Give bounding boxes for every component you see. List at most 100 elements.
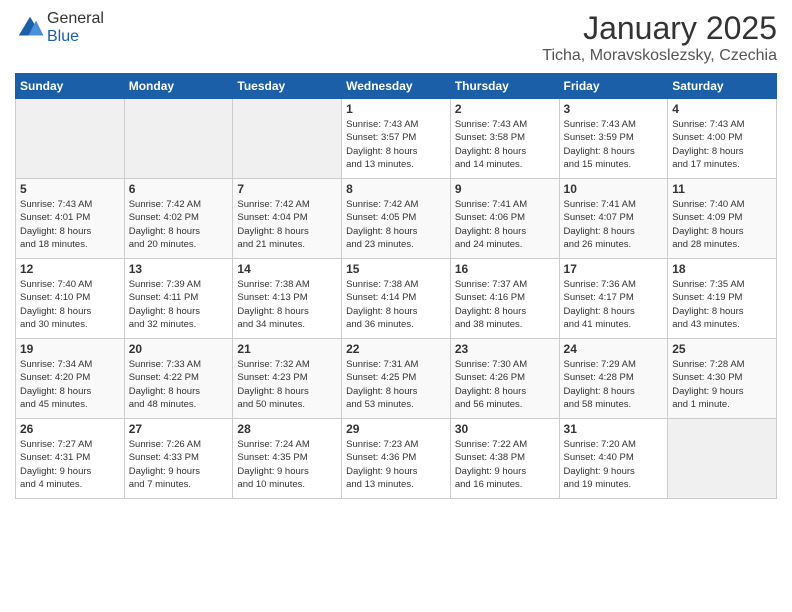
calendar-cell: 7Sunrise: 7:42 AM Sunset: 4:04 PM Daylig… (233, 179, 342, 259)
calendar-cell: 21 Sunrise: 7:32 AM Sunset: 4:23 PM Dayli… (233, 339, 342, 419)
day-number: 10 (564, 182, 664, 196)
day-number: 20 (129, 342, 229, 356)
cell-content: Sunrise: 7:38 AM Sunset: 4:14 PM Dayligh… (346, 278, 446, 331)
day-number: 15 (346, 262, 446, 276)
calendar-cell: 18Sunrise: 7:35 AM Sunset: 4:19 PM Dayli… (668, 259, 777, 339)
calendar-cell (233, 99, 342, 179)
calendar-cell: 27 Sunrise: 7:26 AM Sunset: 4:33 PM Dayli… (124, 419, 233, 499)
cell-content: Sunrise: 7:42 AM Sunset: 4:05 PM Dayligh… (346, 198, 446, 251)
day-number: 25 (672, 342, 772, 356)
cell-content: Sunrise: 7:29 AM Sunset: 4:28 PM Dayligh… (564, 358, 664, 411)
week-row-5: 26 Sunrise: 7:27 AM Sunset: 4:31 PM Dayli… (16, 419, 777, 499)
day-number: 28 (237, 422, 337, 436)
cell-content: Sunrise: 7:42 AM Sunset: 4:04 PM Dayligh… (237, 198, 337, 251)
cell-content: Sunrise: 7:43 AM Sunset: 3:59 PM Dayligh… (564, 118, 664, 171)
day-number: 8 (346, 182, 446, 196)
calendar-cell (668, 419, 777, 499)
calendar-cell: 17Sunrise: 7:36 AM Sunset: 4:17 PM Dayli… (559, 259, 668, 339)
day-number: 23 (455, 342, 555, 356)
week-row-3: 12Sunrise: 7:40 AM Sunset: 4:10 PM Dayli… (16, 259, 777, 339)
day-number: 4 (672, 102, 772, 116)
week-row-1: 1 Sunrise: 7:43 AM Sunset: 3:57 PM Daylig… (16, 99, 777, 179)
logo-text: General Blue (47, 10, 104, 46)
calendar-cell: 19 Sunrise: 7:34 AM Sunset: 4:20 PM Dayli… (16, 339, 125, 419)
calendar-cell: 25 Sunrise: 7:28 AM Sunset: 4:30 PM Dayli… (668, 339, 777, 419)
cell-content: Sunrise: 7:43 AM Sunset: 3:57 PM Dayligh… (346, 118, 446, 171)
calendar-cell: 10 Sunrise: 7:41 AM Sunset: 4:07 PM Dayli… (559, 179, 668, 259)
cell-content: Sunrise: 7:27 AM Sunset: 4:31 PM Dayligh… (20, 438, 120, 491)
cell-content: Sunrise: 7:35 AM Sunset: 4:19 PM Dayligh… (672, 278, 772, 331)
day-number: 2 (455, 102, 555, 116)
day-number: 24 (564, 342, 664, 356)
cell-content: Sunrise: 7:34 AM Sunset: 4:20 PM Dayligh… (20, 358, 120, 411)
day-number: 17 (564, 262, 664, 276)
calendar-cell: 24 Sunrise: 7:29 AM Sunset: 4:28 PM Dayli… (559, 339, 668, 419)
calendar-cell: 9Sunrise: 7:41 AM Sunset: 4:06 PM Daylig… (450, 179, 559, 259)
calendar-cell: 22Sunrise: 7:31 AM Sunset: 4:25 PM Dayli… (342, 339, 451, 419)
header-row: SundayMondayTuesdayWednesdayThursdayFrid… (16, 74, 777, 99)
cell-content: Sunrise: 7:26 AM Sunset: 4:33 PM Dayligh… (129, 438, 229, 491)
calendar-table: SundayMondayTuesdayWednesdayThursdayFrid… (15, 73, 777, 499)
calendar-cell: 16Sunrise: 7:37 AM Sunset: 4:16 PM Dayli… (450, 259, 559, 339)
day-number: 26 (20, 422, 120, 436)
header-cell-saturday: Saturday (668, 74, 777, 99)
day-number: 29 (346, 422, 446, 436)
cell-content: Sunrise: 7:43 AM Sunset: 3:58 PM Dayligh… (455, 118, 555, 171)
cell-content: Sunrise: 7:31 AM Sunset: 4:25 PM Dayligh… (346, 358, 446, 411)
header-cell-thursday: Thursday (450, 74, 559, 99)
header: General Blue January 2025 Ticha, Moravsk… (15, 10, 777, 65)
day-number: 5 (20, 182, 120, 196)
cell-content: Sunrise: 7:28 AM Sunset: 4:30 PM Dayligh… (672, 358, 772, 411)
calendar-cell: 28 Sunrise: 7:24 AM Sunset: 4:35 PM Dayli… (233, 419, 342, 499)
calendar-cell: 14Sunrise: 7:38 AM Sunset: 4:13 PM Dayli… (233, 259, 342, 339)
day-number: 31 (564, 422, 664, 436)
cell-content: Sunrise: 7:33 AM Sunset: 4:22 PM Dayligh… (129, 358, 229, 411)
logo-general: General (47, 10, 104, 27)
calendar-cell (124, 99, 233, 179)
cell-content: Sunrise: 7:41 AM Sunset: 4:07 PM Dayligh… (564, 198, 664, 251)
calendar-cell: 30 Sunrise: 7:22 AM Sunset: 4:38 PM Dayli… (450, 419, 559, 499)
cell-content: Sunrise: 7:43 AM Sunset: 4:01 PM Dayligh… (20, 198, 120, 251)
calendar-cell: 12Sunrise: 7:40 AM Sunset: 4:10 PM Dayli… (16, 259, 125, 339)
header-cell-friday: Friday (559, 74, 668, 99)
header-cell-sunday: Sunday (16, 74, 125, 99)
calendar-cell: 23 Sunrise: 7:30 AM Sunset: 4:26 PM Dayli… (450, 339, 559, 419)
day-number: 16 (455, 262, 555, 276)
cell-content: Sunrise: 7:23 AM Sunset: 4:36 PM Dayligh… (346, 438, 446, 491)
cell-content: Sunrise: 7:39 AM Sunset: 4:11 PM Dayligh… (129, 278, 229, 331)
cell-content: Sunrise: 7:24 AM Sunset: 4:35 PM Dayligh… (237, 438, 337, 491)
day-number: 13 (129, 262, 229, 276)
cell-content: Sunrise: 7:42 AM Sunset: 4:02 PM Dayligh… (129, 198, 229, 251)
header-cell-wednesday: Wednesday (342, 74, 451, 99)
title-block: January 2025 Ticha, Moravskoslezsky, Cze… (542, 10, 777, 65)
day-number: 14 (237, 262, 337, 276)
logo: General Blue (15, 10, 104, 46)
calendar-cell: 29 Sunrise: 7:23 AM Sunset: 4:36 PM Dayli… (342, 419, 451, 499)
calendar-cell: 8 Sunrise: 7:42 AM Sunset: 4:05 PM Daylig… (342, 179, 451, 259)
logo-icon (15, 13, 45, 43)
header-cell-tuesday: Tuesday (233, 74, 342, 99)
calendar-cell: 5 Sunrise: 7:43 AM Sunset: 4:01 PM Daylig… (16, 179, 125, 259)
month-title: January 2025 (542, 10, 777, 47)
cell-content: Sunrise: 7:22 AM Sunset: 4:38 PM Dayligh… (455, 438, 555, 491)
week-row-4: 19 Sunrise: 7:34 AM Sunset: 4:20 PM Dayli… (16, 339, 777, 419)
day-number: 19 (20, 342, 120, 356)
calendar-cell: 3 Sunrise: 7:43 AM Sunset: 3:59 PM Daylig… (559, 99, 668, 179)
cell-content: Sunrise: 7:30 AM Sunset: 4:26 PM Dayligh… (455, 358, 555, 411)
calendar-cell: 6 Sunrise: 7:42 AM Sunset: 4:02 PM Daylig… (124, 179, 233, 259)
day-number: 1 (346, 102, 446, 116)
cell-content: Sunrise: 7:32 AM Sunset: 4:23 PM Dayligh… (237, 358, 337, 411)
cell-content: Sunrise: 7:40 AM Sunset: 4:09 PM Dayligh… (672, 198, 772, 251)
calendar-cell: 13 Sunrise: 7:39 AM Sunset: 4:11 PM Dayli… (124, 259, 233, 339)
calendar-cell: 4Sunrise: 7:43 AM Sunset: 4:00 PM Daylig… (668, 99, 777, 179)
calendar-cell: 31 Sunrise: 7:20 AM Sunset: 4:40 PM Dayli… (559, 419, 668, 499)
calendar-cell: 2 Sunrise: 7:43 AM Sunset: 3:58 PM Daylig… (450, 99, 559, 179)
calendar-container: General Blue January 2025 Ticha, Moravsk… (0, 0, 792, 509)
cell-content: Sunrise: 7:41 AM Sunset: 4:06 PM Dayligh… (455, 198, 555, 251)
day-number: 30 (455, 422, 555, 436)
cell-content: Sunrise: 7:20 AM Sunset: 4:40 PM Dayligh… (564, 438, 664, 491)
day-number: 27 (129, 422, 229, 436)
day-number: 3 (564, 102, 664, 116)
day-number: 6 (129, 182, 229, 196)
day-number: 21 (237, 342, 337, 356)
